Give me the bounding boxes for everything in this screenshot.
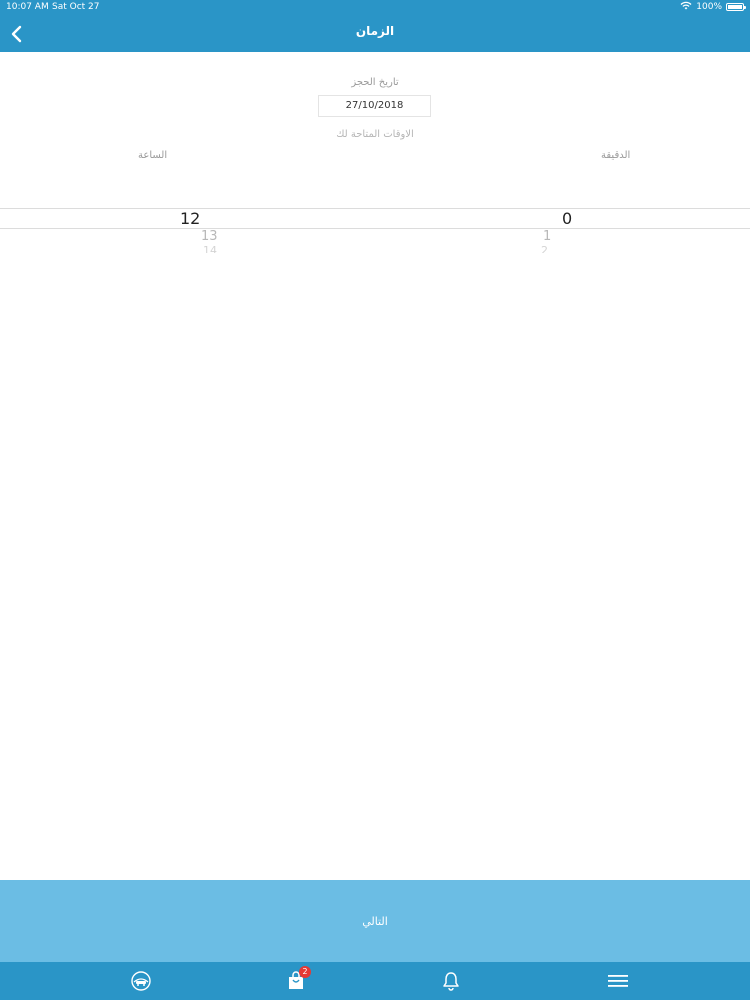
- status-date: Sat Oct 27: [52, 2, 100, 12]
- minute-option-selected[interactable]: 0: [562, 209, 572, 228]
- tab-cart[interactable]: 2: [274, 962, 318, 1000]
- hour-option[interactable]: 14: [203, 245, 217, 253]
- next-button[interactable]: التالي: [0, 880, 750, 962]
- bell-icon: [443, 972, 459, 991]
- hour-option[interactable]: 13: [201, 229, 218, 244]
- picker-selection-top-line: [0, 208, 750, 209]
- status-time: 10:07 AM: [6, 2, 49, 12]
- cart-badge: 2: [299, 966, 311, 978]
- tab-home[interactable]: [119, 962, 163, 1000]
- battery-icon: [726, 3, 746, 11]
- available-times-label: الاوقات المتاحة لك: [336, 129, 414, 140]
- picker-selection-bottom-line: [0, 228, 750, 229]
- hour-option-selected[interactable]: 12: [180, 209, 200, 228]
- minute-option[interactable]: 1: [543, 229, 551, 244]
- booking-date-label: تاريخ الحجز: [351, 77, 399, 88]
- booking-date-field[interactable]: 27/10/2018: [318, 95, 431, 117]
- wifi-icon: [680, 1, 692, 13]
- logo-icon: [131, 971, 151, 991]
- status-right: 100%: [680, 1, 746, 13]
- battery-fill: [728, 5, 742, 9]
- tab-notifications[interactable]: [429, 962, 473, 1000]
- battery-text: 100%: [696, 2, 722, 12]
- header: 10:07 AM Sat Oct 27 100% الزمان: [0, 0, 750, 52]
- tab-menu[interactable]: [596, 962, 640, 1000]
- tab-bar: 2: [0, 962, 750, 1000]
- time-picker[interactable]: 12 13 14 0 1 2: [0, 160, 750, 260]
- menu-icon: [608, 975, 628, 987]
- page-title: الزمان: [355, 24, 395, 38]
- next-button-label: التالي: [362, 914, 388, 928]
- minute-option[interactable]: 2: [541, 245, 548, 253]
